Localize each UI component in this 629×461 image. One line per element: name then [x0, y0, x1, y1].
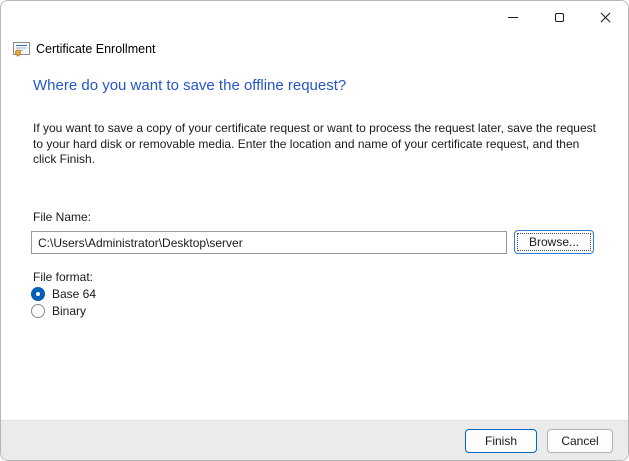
certificate-icon	[13, 41, 30, 57]
file-name-label: File Name:	[33, 210, 91, 224]
close-icon	[600, 12, 611, 23]
finish-button[interactable]: Finish	[465, 429, 537, 453]
file-format-label: File format:	[33, 270, 93, 284]
file-name-input[interactable]	[31, 231, 507, 254]
maximize-icon	[555, 13, 564, 22]
button-bar: Finish Cancel	[1, 420, 628, 460]
maximize-button[interactable]	[536, 1, 582, 33]
description-text: If you want to save a copy of your certi…	[33, 121, 605, 168]
radio-base64[interactable]: Base 64	[31, 287, 96, 301]
page-title: Where do you want to save the offline re…	[33, 77, 346, 94]
close-button[interactable]	[582, 1, 628, 33]
minimize-button[interactable]	[490, 1, 536, 33]
certificate-enrollment-dialog: Certificate Enrollment Where do you want…	[0, 0, 629, 461]
minimize-icon	[508, 17, 518, 18]
wizard-title: Certificate Enrollment	[36, 42, 156, 56]
cancel-button[interactable]: Cancel	[547, 429, 613, 453]
wizard-header: Certificate Enrollment	[13, 41, 156, 57]
radio-binary-circle[interactable]	[31, 304, 45, 318]
radio-binary[interactable]: Binary	[31, 304, 86, 318]
radio-binary-label: Binary	[52, 304, 86, 318]
browse-button[interactable]: Browse...	[514, 230, 594, 254]
radio-base64-label: Base 64	[52, 287, 96, 301]
title-bar	[1, 1, 628, 33]
radio-base64-circle[interactable]	[31, 287, 45, 301]
